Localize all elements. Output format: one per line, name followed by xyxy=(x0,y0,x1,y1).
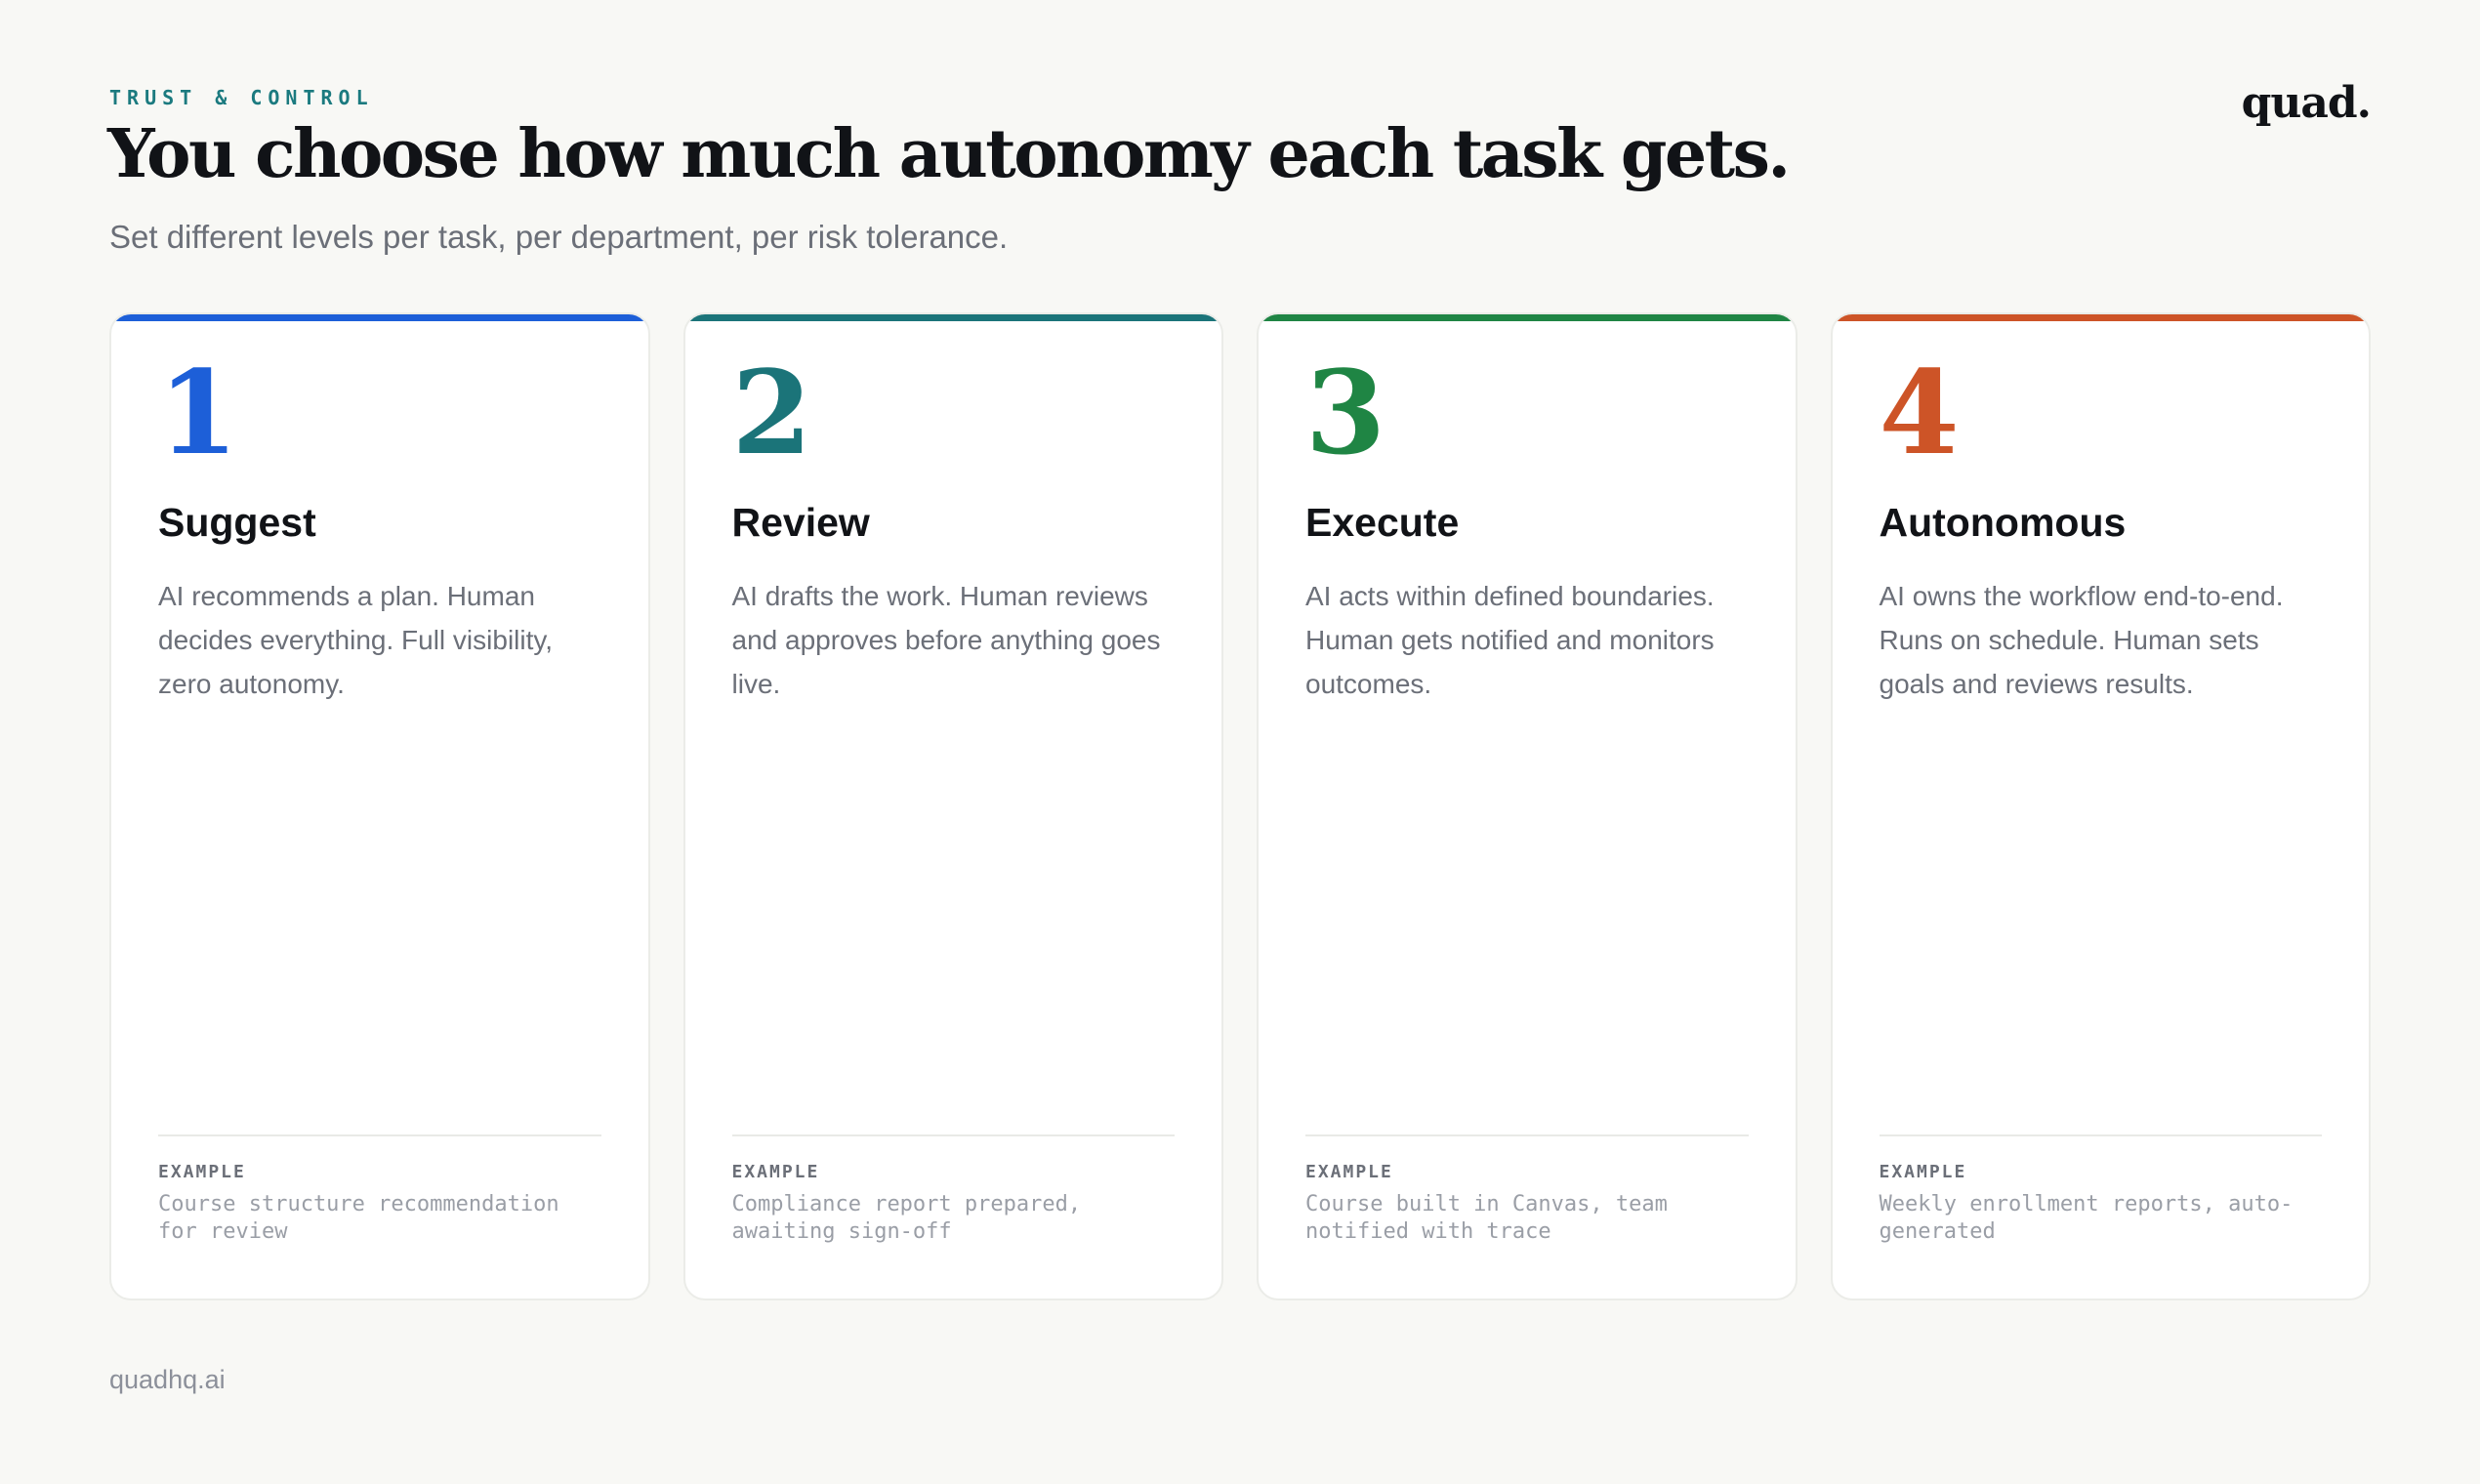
card-accent-bar xyxy=(684,314,1221,321)
level-description: AI drafts the work. Human reviews and ap… xyxy=(731,581,1161,699)
footer-site-link[interactable]: quadhq.ai xyxy=(109,1365,226,1395)
level-description: AI recommends a plan. Human decides ever… xyxy=(158,581,554,699)
example-text: Weekly enrollment reports, auto-generate… xyxy=(1879,1192,2294,1244)
card-divider xyxy=(1305,1134,1749,1136)
level-number: 3 xyxy=(1305,345,1386,480)
level-card-review: 2 Review AI drafts the work. Human revie… xyxy=(682,312,1223,1300)
autonomy-levels: 1 Suggest AI recommends a plan. Human de… xyxy=(109,312,2371,1300)
level-number: 4 xyxy=(1879,345,1960,480)
level-card-autonomous: 4 Autonomous AI owns the workflow end-to… xyxy=(1830,312,2371,1300)
level-description: AI acts within defined boundaries. Human… xyxy=(1305,581,1715,699)
card-accent-bar xyxy=(111,314,648,321)
example-label: EXAMPLE xyxy=(731,1162,820,1182)
level-number: 1 xyxy=(158,345,239,480)
example-label: EXAMPLE xyxy=(1305,1162,1393,1182)
card-divider xyxy=(158,1134,601,1136)
page-title: You choose how much autonomy each task g… xyxy=(107,115,1791,193)
card-divider xyxy=(731,1134,1175,1136)
example-label: EXAMPLE xyxy=(1879,1162,1967,1182)
card-accent-bar xyxy=(1259,314,1796,321)
brand-logo: quad. xyxy=(2241,78,2372,128)
example-text: Course built in Canvas, team notified wi… xyxy=(1305,1192,1668,1244)
card-divider xyxy=(1879,1134,2322,1136)
example-text: Compliance report prepared, awaiting sig… xyxy=(731,1192,1082,1244)
level-card-execute: 3 Execute AI acts within defined boundar… xyxy=(1257,312,1798,1300)
level-title: Review xyxy=(731,500,870,545)
level-card-suggest: 1 Suggest AI recommends a plan. Human de… xyxy=(109,312,650,1300)
example-label: EXAMPLE xyxy=(158,1162,246,1182)
level-title: Suggest xyxy=(158,500,316,545)
level-title: Execute xyxy=(1305,500,1460,545)
level-description: AI owns the workflow end-to-end. Runs on… xyxy=(1879,581,2284,699)
page-subtitle: Set different levels per task, per depar… xyxy=(109,219,1009,255)
example-text: Course structure recommendation for revi… xyxy=(158,1192,559,1244)
card-accent-bar xyxy=(1832,314,2369,321)
section-eyebrow: TRUST & CONTROL xyxy=(109,86,374,109)
level-number: 2 xyxy=(731,345,812,480)
level-title: Autonomous xyxy=(1879,500,2127,545)
